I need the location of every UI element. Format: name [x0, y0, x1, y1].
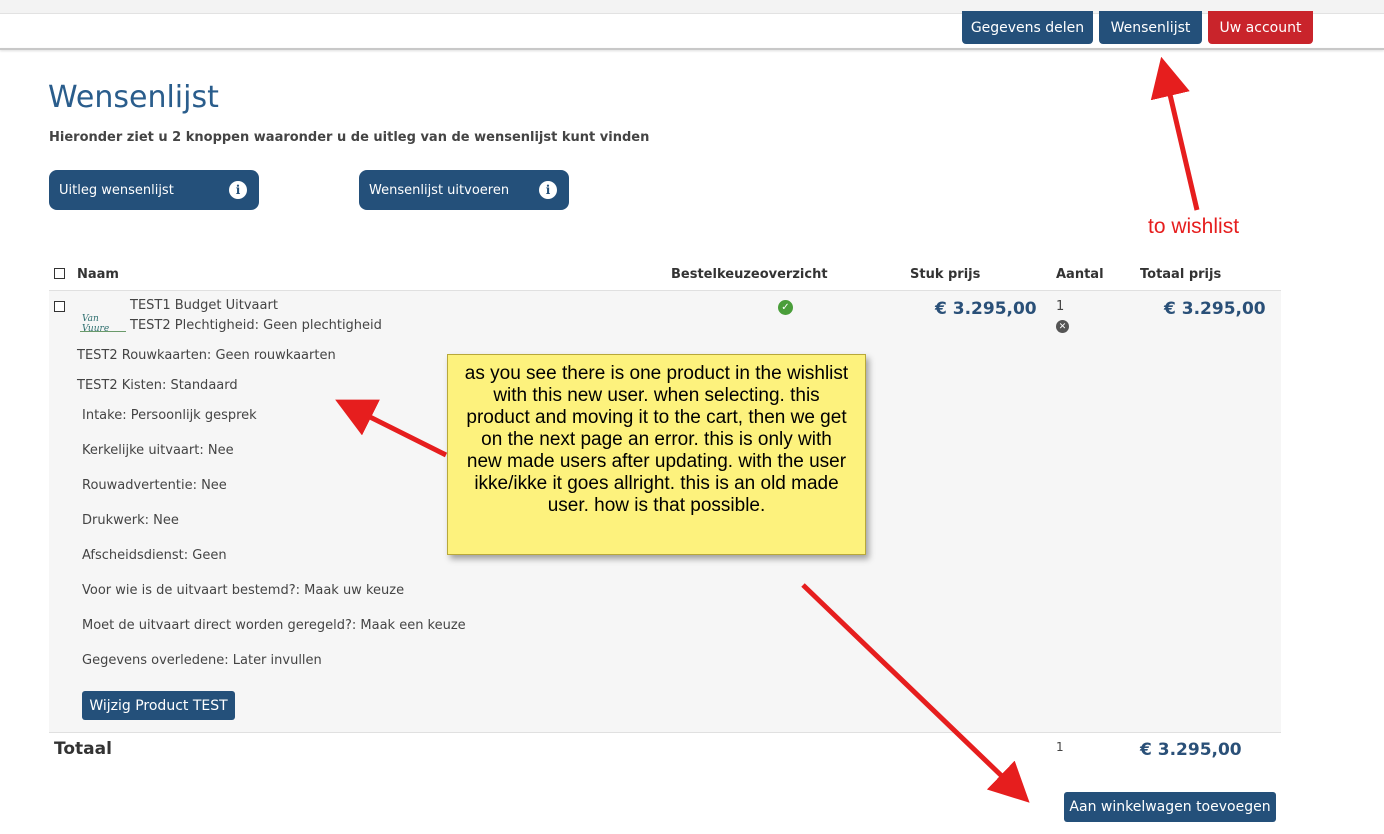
annotation-label: to wishlist: [1148, 215, 1240, 238]
annotation-note: as you see there is one product in the w…: [447, 354, 866, 555]
arrow-to-wishlist: [1150, 56, 1200, 211]
arrow-to-product: [335, 399, 448, 458]
arrow-to-cart-button: [801, 583, 1030, 803]
